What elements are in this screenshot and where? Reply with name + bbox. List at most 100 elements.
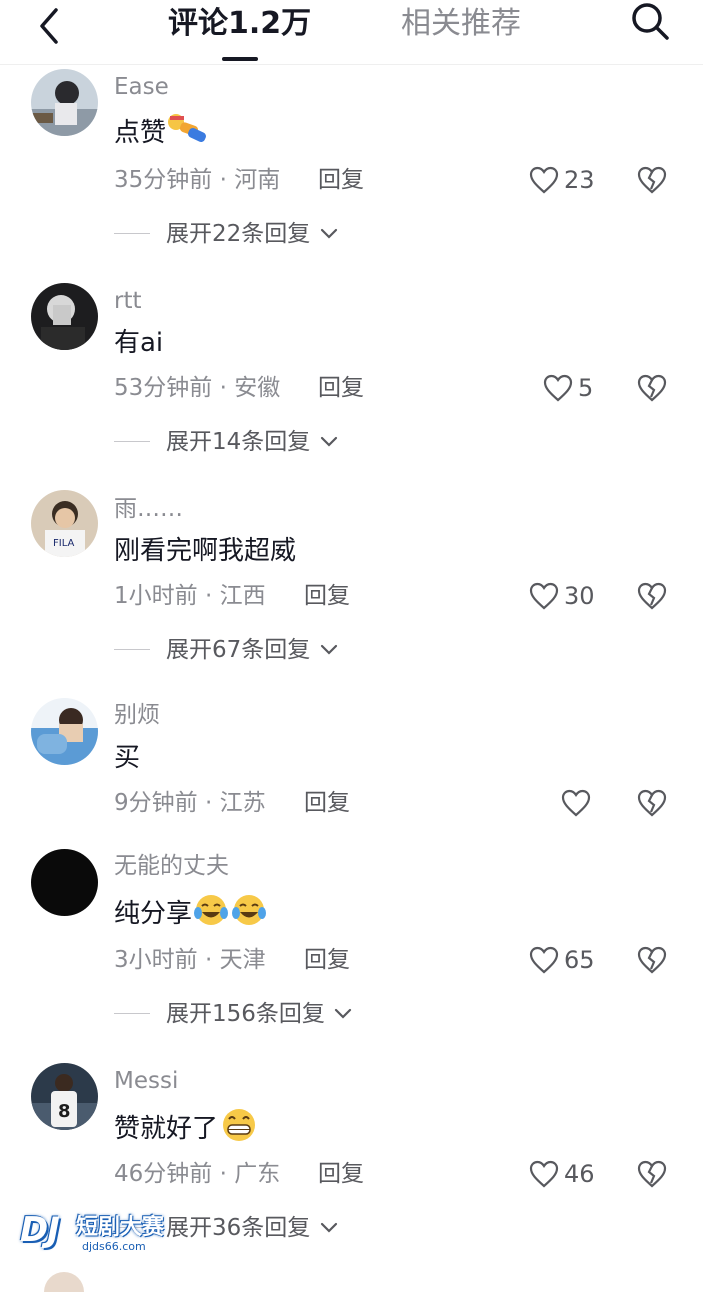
reply-button[interactable]: 回复 [304,945,350,975]
expand-replies[interactable]: 展开67条回复 [114,635,354,665]
chevron-down-icon [320,228,338,239]
expand-replies-label: 展开67条回复 [166,637,311,663]
broken-heart-icon[interactable] [636,164,668,196]
watermark-url: djds66.com [82,1240,146,1253]
heart-icon [529,1160,559,1188]
avatar[interactable] [31,698,98,765]
reply-button[interactable]: 回复 [304,788,350,818]
search-icon[interactable] [628,0,672,44]
heart-icon [543,374,573,402]
comment-text: 刚看完啊我超威 [114,534,296,568]
username[interactable]: rtt [114,286,142,316]
chevron-down-icon [320,644,338,655]
avatar[interactable] [31,69,98,136]
like-count: 23 [564,166,595,194]
like-button[interactable]: 5 [542,371,598,407]
expand-divider [114,233,150,234]
comment-location: 河南 [234,167,281,193]
like-button[interactable]: 65 [528,943,598,979]
like-button[interactable]: 46 [528,1157,598,1193]
meta-separator: · [204,790,213,816]
expand-divider [114,1013,150,1014]
reply-button[interactable]: 回复 [318,165,364,195]
broken-heart-icon[interactable] [636,787,668,819]
comment-location: 天津 [219,947,266,973]
avatar[interactable] [31,849,98,916]
comment-time: 35分钟前 [114,167,213,193]
tears-of-joy-emoji-icon [192,893,230,936]
comment-time: 53分钟前 [114,375,213,401]
comment-time: 9分钟前 [114,790,198,816]
username[interactable]: 无能的丈夫 [114,851,229,881]
reply-button[interactable]: 回复 [304,581,350,611]
comment-meta: 1小时前 · 江西 [114,581,266,611]
avatar[interactable]: 8 [31,1063,98,1130]
lying-figure-emoji-icon [166,112,210,155]
like-button[interactable] [560,786,596,822]
comment-text: 纯分享 [114,893,268,936]
tab-related[interactable]: 相关推荐 [401,4,521,44]
expand-replies-label: 展开14条回复 [166,429,311,455]
svg-text:FILA: FILA [53,538,75,549]
expand-divider [114,441,150,442]
comment-text: 赞就好了 [114,1107,260,1152]
comment-time: 3小时前 [114,947,198,973]
meta-separator: · [204,583,213,609]
like-count: 65 [564,946,595,974]
comments-header: 评论1.2万 相关推荐 [0,0,703,65]
expand-replies-label: 展开22条回复 [166,221,311,247]
avatar[interactable]: FILA [31,490,98,557]
like-count: 5 [578,374,594,402]
reply-button[interactable]: 回复 [318,1159,364,1189]
comment-text-value: 刚看完啊我超威 [114,536,297,566]
reply-button[interactable]: 回复 [318,373,364,403]
username[interactable]: Ease [114,72,169,102]
watermark-logo-mark: DJ [20,1210,60,1250]
meta-separator: · [219,167,227,193]
heart-icon [529,166,559,194]
username[interactable]: 雨…… [114,494,183,524]
avatar[interactable] [44,1272,84,1292]
like-count: 30 [564,582,595,610]
tears-of-joy-emoji-icon [230,893,268,936]
broken-heart-icon[interactable] [636,1158,668,1190]
meta-separator: · [219,375,227,401]
heart-icon [561,789,591,817]
expand-replies[interactable]: 展开22条回复 [114,219,354,249]
expand-divider [114,649,150,650]
broken-heart-icon[interactable] [636,944,668,976]
comment-text: 有ai [114,326,163,360]
meta-separator: · [204,947,213,973]
expand-replies[interactable]: 展开156条回复 [114,999,374,1029]
grinning-emoji-icon [218,1107,260,1152]
comment-location: 广东 [234,1161,281,1187]
like-button[interactable]: 30 [528,579,598,615]
svg-text:8: 8 [58,1101,71,1122]
comment-location: 江苏 [219,790,266,816]
watermark-title: 短剧大赛 [76,1215,165,1240]
broken-heart-icon[interactable] [636,372,668,404]
comment-text-value: 点赞 [114,118,167,148]
comment-text-value: 买 [114,743,141,773]
comment-text-value: 赞就好了 [114,1114,219,1144]
chevron-down-icon [320,1222,338,1233]
comment-time: 1小时前 [114,583,198,609]
meta-separator: · [219,1161,227,1187]
comment-meta: 35分钟前 · 河南 [114,165,280,195]
username[interactable]: 别烦 [114,700,160,730]
comment-meta: 46分钟前 · 广东 [114,1159,280,1189]
expand-replies-label: 展开156条回复 [166,1001,325,1027]
comment-location: 江西 [219,583,266,609]
tab-comments[interactable]: 评论1.2万 [168,4,311,44]
broken-heart-icon[interactable] [636,580,668,612]
username[interactable]: Messi [114,1066,178,1096]
comment-text-value: 有ai [114,328,164,358]
back-icon[interactable] [30,6,70,46]
comment-text: 点赞 [114,112,210,155]
comment-meta: 9分钟前 · 江苏 [114,788,266,818]
expand-replies[interactable]: 展开14条回复 [114,427,354,457]
comment-text-value: 纯分享 [114,899,193,929]
comment-meta: 53分钟前 · 安徽 [114,373,280,403]
like-button[interactable]: 23 [528,163,598,199]
avatar[interactable] [31,283,98,350]
